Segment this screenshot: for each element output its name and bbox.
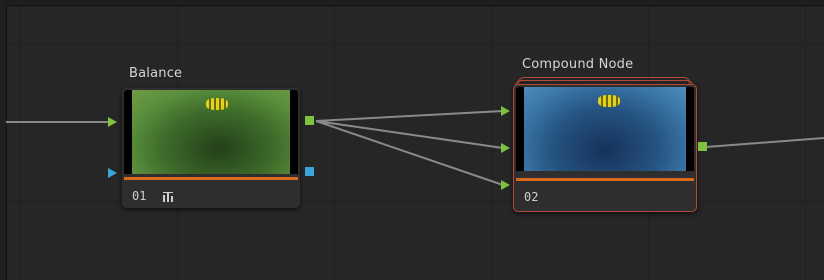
fish-graphic [598,95,620,107]
fish-graphic [206,98,228,110]
compound-input-port-1[interactable] [501,106,510,116]
balance-key-output-port[interactable] [305,167,314,176]
wire-balance-to-compound-1 [315,110,504,122]
node-status-bar [516,178,694,181]
compound-input-port-2[interactable] [501,143,510,153]
node-status-bar [124,177,298,180]
node-thumbnail [516,87,694,171]
wire-balance-to-compound-2 [315,120,504,149]
compound-rgb-output-port[interactable] [698,142,707,151]
node-balance[interactable]: 01 [122,88,300,208]
compound-input-port-3[interactable] [501,180,510,190]
wire-compound-to-output [705,137,824,148]
wire-balance-to-compound-3 [315,120,504,186]
node-thumbnail [124,90,298,174]
balance-key-input-port[interactable] [108,168,117,178]
node-title-compound: Compound Node [522,57,634,72]
node-number: 01 [132,189,147,203]
bar-chart-icon [163,191,173,202]
node-title-balance: Balance [129,66,183,81]
balance-rgb-input-port[interactable] [108,117,117,127]
node-compound[interactable]: 02 [513,84,697,212]
balance-rgb-output-port[interactable] [305,116,314,125]
node-number: 02 [524,190,539,204]
